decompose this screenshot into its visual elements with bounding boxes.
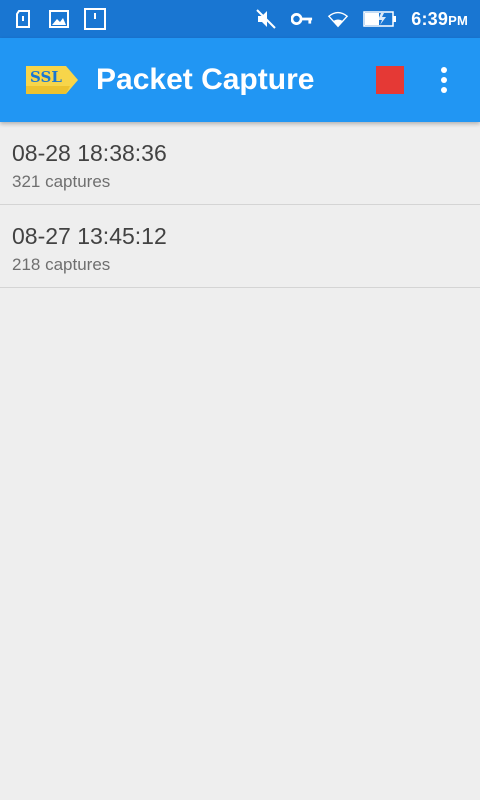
capture-count: 321 captures bbox=[12, 172, 111, 191]
capture-timestamp: 08-27 13:45:12 bbox=[12, 223, 167, 249]
app-bar: SSL Packet Capture bbox=[0, 38, 480, 122]
battery-icon bbox=[363, 8, 397, 30]
ssl-logo-icon: SSL bbox=[22, 60, 82, 100]
dot bbox=[441, 77, 447, 83]
dot bbox=[441, 67, 447, 73]
stop-capture-button[interactable] bbox=[376, 66, 404, 94]
capture-list-item[interactable]: 08-28 18:38:36 321 captures bbox=[0, 122, 480, 205]
capture-list-item[interactable]: 08-27 13:45:12 218 captures bbox=[0, 205, 480, 288]
mute-icon bbox=[255, 8, 277, 30]
capture-timestamp: 08-28 18:38:36 bbox=[12, 140, 167, 166]
status-bar: 6:39PM bbox=[0, 0, 480, 38]
capture-list: 08-28 18:38:36 321 captures 08-27 13:45:… bbox=[0, 122, 480, 288]
status-time: 6:39PM bbox=[411, 8, 468, 29]
dot bbox=[441, 87, 447, 93]
status-left-icons bbox=[12, 6, 106, 32]
app-title: Packet Capture bbox=[96, 63, 315, 96]
alert-icon bbox=[84, 8, 106, 30]
wifi-icon bbox=[327, 8, 349, 30]
vpn-key-icon bbox=[291, 8, 313, 30]
capture-count: 218 captures bbox=[12, 255, 111, 274]
svg-text:SSL: SSL bbox=[30, 68, 62, 86]
status-right-icons: 6:39PM bbox=[255, 6, 468, 32]
sd-card-icon bbox=[12, 8, 34, 30]
more-options-button[interactable] bbox=[432, 64, 456, 96]
image-icon bbox=[48, 8, 70, 30]
